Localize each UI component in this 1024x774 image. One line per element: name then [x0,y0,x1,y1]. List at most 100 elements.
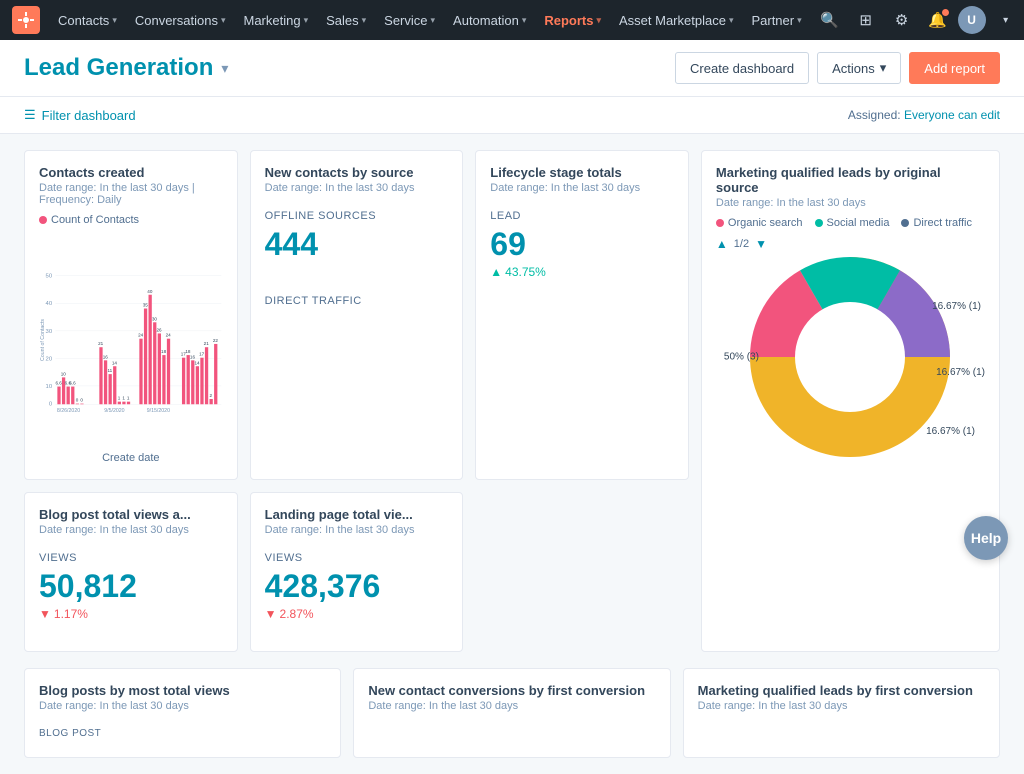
conversions-title: New contact conversions by first convers… [368,683,655,698]
mql-card: Marketing qualified leads by original so… [701,150,1000,652]
pagination-area: ▲ 1/2 ▼ [716,237,985,251]
svg-text:17: 17 [199,352,205,357]
add-report-button[interactable]: Add report [909,52,1000,84]
nav-service[interactable]: Service▾ [376,9,443,32]
svg-text:2: 2 [210,393,213,398]
svg-text:24: 24 [138,333,144,338]
legend-label: Count of Contacts [51,214,139,226]
svg-text:9/5/2020: 9/5/2020 [104,408,124,414]
blog-views-label: VIEWS [39,552,223,564]
blog-views-card: Blog post total views a... Date range: I… [24,492,238,652]
contacts-created-card: Contacts created Date range: In the last… [24,150,238,480]
blog-post-col-label: BLOG POST [39,728,326,739]
offline-label: OFFLINE SOURCES [265,210,449,222]
notifications-icon[interactable]: 🔔 [922,4,954,36]
legend-organic: Organic search [716,217,803,229]
landing-views-subtitle: Date range: In the last 30 days [265,524,449,536]
landing-views-card: Landing page total vie... Date range: In… [250,492,464,652]
svg-text:40: 40 [147,289,153,294]
stage-label: LEAD [490,210,674,222]
help-button[interactable]: Help [964,516,1008,560]
header-actions: Create dashboard Actions ▾ Add report [675,52,1000,84]
landing-views-label: VIEWS [265,552,449,564]
up-arrow-icon: ▲ [490,265,502,279]
blog-posts-card: Blog posts by most total views Date rang… [24,668,341,758]
assigned-area: Assigned: Everyone can edit [848,108,1000,122]
pie-legend: Organic search Social media Direct traff… [716,217,985,229]
nav-reports[interactable]: Reports▾ [536,9,609,32]
apps-icon[interactable]: ⊞ [850,4,882,36]
dashboard-grid: Contacts created Date range: In the last… [0,134,1024,668]
new-contacts-card: New contacts by source Date range: In th… [250,150,464,480]
search-icon[interactable]: 🔍 [814,4,846,36]
nav-sales[interactable]: Sales▾ [318,9,374,32]
contacts-chart-area: 50 40 30 20 10 0 6.6 10 6. [39,230,223,450]
x-axis-label: Create date [39,452,223,464]
svg-text:21: 21 [98,341,104,346]
title-dropdown-icon[interactable]: ▾ [221,60,228,77]
blog-posts-title: Blog posts by most total views [39,683,326,698]
next-icon[interactable]: ▼ [755,237,767,251]
pie-label-right: 16.67% (1) [936,367,985,378]
page-indicator: 1/2 [734,238,749,250]
pie-label-bottom: 16.67% (1) [926,426,975,437]
lifecycle-subtitle: Date range: In the last 30 days [490,182,674,194]
actions-caret-icon: ▾ [880,60,887,76]
lifecycle-title: Lifecycle stage totals [490,165,674,180]
svg-text:30: 30 [152,316,158,321]
svg-text:20: 20 [46,356,53,362]
nav-automation[interactable]: Automation▾ [445,9,534,32]
svg-text:11: 11 [107,368,112,373]
organic-dot [716,219,724,227]
contacts-created-subtitle: Date range: In the last 30 days | Freque… [39,182,223,206]
mql-first-subtitle: Date range: In the last 30 days [698,700,985,712]
contacts-created-title: Contacts created [39,165,223,180]
lifecycle-card: Lifecycle stage totals Date range: In th… [475,150,689,480]
svg-text:0: 0 [76,398,79,403]
pie-label-top: 16.67% (1) [932,301,981,312]
svg-text:50: 50 [46,274,53,280]
svg-text:30: 30 [46,329,53,335]
svg-text:1: 1 [127,396,130,401]
svg-text:40: 40 [46,301,53,307]
blog-posts-subtitle: Date range: In the last 30 days [39,700,326,712]
top-navigation: Contacts▾ Conversations▾ Marketing▾ Sale… [0,0,1024,40]
svg-text:6.6: 6.6 [69,381,76,386]
nav-contacts[interactable]: Contacts▾ [50,9,125,32]
hubspot-logo[interactable] [12,6,40,34]
prev-icon[interactable]: ▲ [716,237,728,251]
pie-chart-area: 50% (3) 16.67% (1) 16.67% (1) 16.67% (1) [716,257,985,457]
svg-text:21: 21 [204,341,210,346]
bottom-row: Blog posts by most total views Date rang… [0,668,1024,774]
social-dot [815,219,823,227]
create-dashboard-button[interactable]: Create dashboard [675,52,809,84]
svg-text:14: 14 [112,360,118,365]
nav-asset-marketplace[interactable]: Asset Marketplace▾ [611,9,741,32]
nav-partner[interactable]: Partner▾ [743,9,809,32]
mql-first-card: Marketing qualified leads by first conve… [683,668,1000,758]
nav-marketing[interactable]: Marketing▾ [235,9,316,32]
svg-text:16: 16 [190,354,196,359]
actions-button[interactable]: Actions ▾ [817,52,901,84]
filter-bar: ☰ Filter dashboard Assigned: Everyone ca… [0,97,1024,134]
mql-first-title: Marketing qualified leads by first conve… [698,683,985,698]
svg-text:0: 0 [80,398,83,403]
account-dropdown-icon[interactable]: ▾ [990,4,1022,36]
svg-text:26: 26 [156,327,162,332]
svg-text:6.6: 6.6 [55,381,62,386]
blog-views-title: Blog post total views a... [39,507,223,522]
user-avatar[interactable]: U [958,6,986,34]
nav-conversations[interactable]: Conversations▾ [127,9,234,32]
blog-views-change: ▼ 1.17% [39,607,223,621]
page-title: Lead Generation [24,54,213,82]
down-arrow-icon: ▼ [39,607,51,621]
contacts-created-legend: Count of Contacts [39,214,223,226]
settings-icon[interactable]: ⚙ [886,4,918,36]
legend-dot [39,216,47,224]
svg-text:10: 10 [61,371,67,376]
blog-views-subtitle: Date range: In the last 30 days [39,524,223,536]
filter-dashboard-button[interactable]: ☰ Filter dashboard [24,107,136,123]
pie-label-50: 50% (3) [724,352,759,363]
svg-text:22: 22 [213,338,219,343]
everyone-can-edit-link[interactable]: Everyone can edit [904,108,1000,122]
